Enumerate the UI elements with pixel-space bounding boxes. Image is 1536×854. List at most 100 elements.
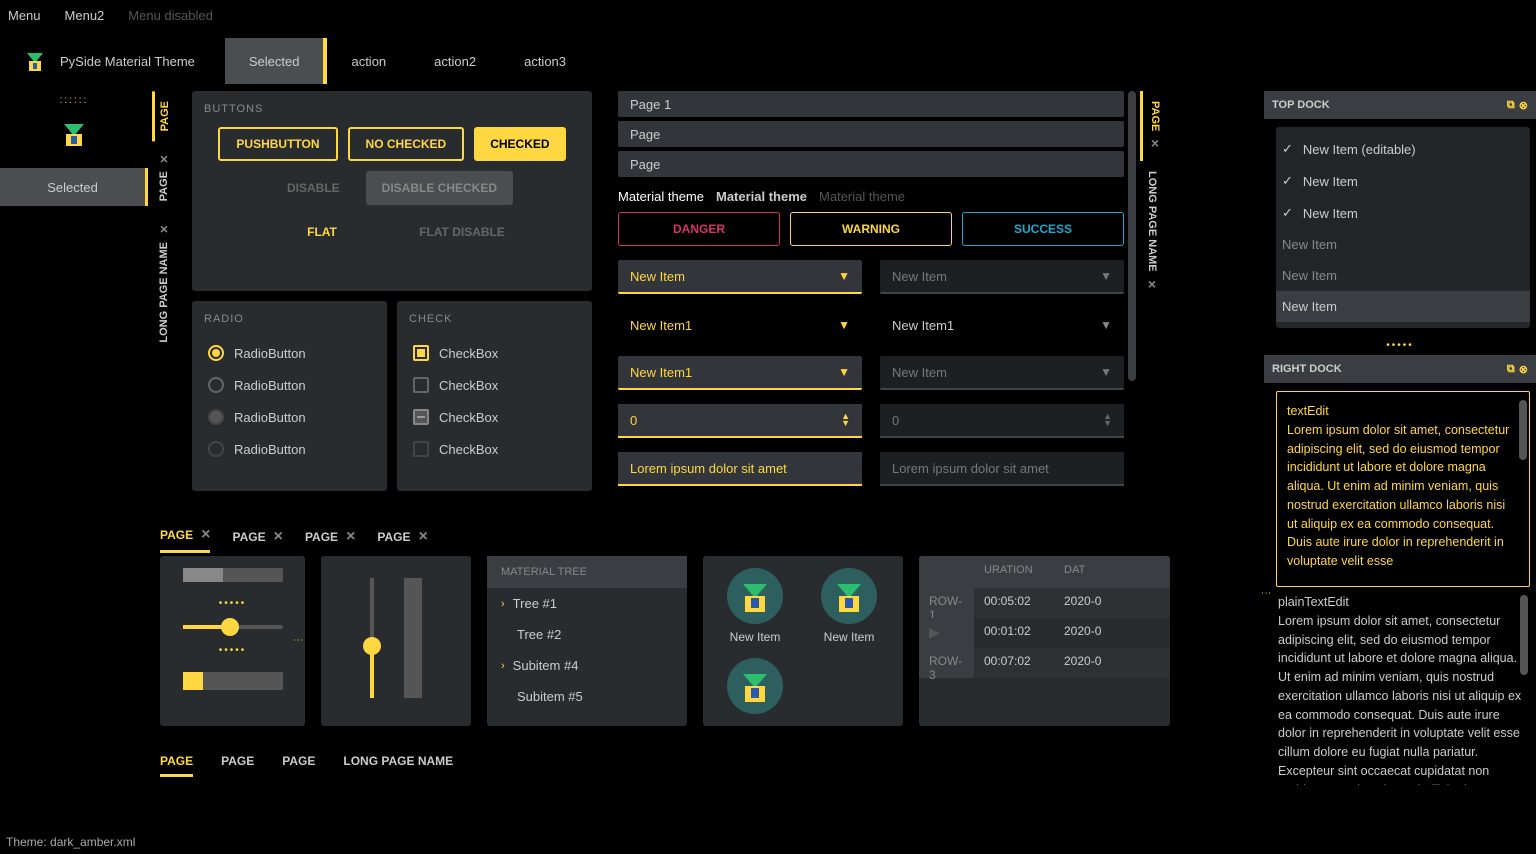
table-row[interactable]: ▶ 00:01:02 2020-0: [919, 618, 1170, 648]
flat-button[interactable]: FLAT: [257, 215, 387, 249]
success-button[interactable]: SUCCESS: [962, 212, 1124, 246]
table-row[interactable]: ROW-3 00:07:02 2020-0: [919, 648, 1170, 678]
close-icon[interactable]: ×: [346, 528, 355, 546]
close-icon[interactable]: ⊗: [1519, 363, 1528, 376]
right-dock-header[interactable]: RIGHT DOCK ⧉⊗: [1264, 355, 1536, 383]
vertical-tabs-right: PAGE× LONG PAGE NAME×: [1140, 91, 1168, 302]
btab[interactable]: LONG PAGE NAME: [343, 748, 453, 777]
menu-item[interactable]: Menu2: [65, 8, 105, 23]
scrollbar[interactable]: [1128, 91, 1136, 381]
float-icon[interactable]: ⧉: [1507, 363, 1515, 376]
list-item[interactable]: New Item (editable): [1276, 133, 1530, 165]
list-item[interactable]: New Item: [809, 568, 889, 644]
toolbar-tab[interactable]: action2: [410, 38, 500, 84]
vtab[interactable]: PAGE: [152, 91, 175, 141]
plain-text-edit[interactable]: plainTextEdit Lorem ipsum dolor sit amet…: [1276, 587, 1530, 785]
vtab[interactable]: PAGE×: [152, 141, 176, 211]
toolbar-tab[interactable]: action: [327, 38, 410, 84]
combobox-flat[interactable]: New Item1▼: [618, 308, 862, 342]
close-icon[interactable]: ×: [274, 528, 283, 546]
label-disabled: Material theme: [819, 189, 905, 204]
radio-option[interactable]: RadioButton: [204, 369, 375, 401]
list-item[interactable]: [715, 658, 795, 714]
list-item[interactable]: New Item: [715, 568, 795, 644]
tree-item[interactable]: Tree #2: [487, 619, 687, 650]
page-button[interactable]: Page 1: [618, 91, 1124, 117]
htab[interactable]: PAGE×: [232, 522, 282, 552]
vtab[interactable]: LONG PAGE NAME×: [1140, 161, 1164, 302]
htab[interactable]: PAGE×: [377, 522, 427, 552]
dots-icon: •••••: [219, 645, 247, 656]
list-item[interactable]: New Item: [1276, 197, 1530, 229]
vtab[interactable]: PAGE×: [1140, 91, 1167, 161]
scrollbar[interactable]: [1520, 595, 1528, 675]
push-button[interactable]: PUSHBUTTON: [218, 127, 337, 161]
grip-dots-icon[interactable]: ⋮: [292, 635, 303, 647]
horizontal-tabs: PAGE× PAGE× PAGE× PAGE×: [160, 520, 428, 553]
btab[interactable]: PAGE: [221, 748, 254, 777]
list-item[interactable]: New Item: [1276, 291, 1530, 322]
htab[interactable]: PAGE×: [305, 522, 355, 552]
combobox[interactable]: New Item▼: [618, 260, 862, 294]
close-icon[interactable]: ⊗: [1519, 99, 1528, 112]
chevron-down-icon: ▼: [1100, 365, 1112, 379]
top-dock-header[interactable]: TOP DOCK ⧉⊗: [1264, 91, 1536, 119]
vertical-slider[interactable]: [370, 578, 374, 698]
check-option[interactable]: CheckBox: [409, 337, 580, 369]
vtab[interactable]: LONG PAGE NAME×: [152, 212, 176, 353]
float-icon[interactable]: ⧉: [1507, 99, 1515, 112]
page-button[interactable]: Page: [618, 121, 1124, 147]
spin-arrows-icon[interactable]: ▲▼: [841, 413, 850, 427]
radio-option[interactable]: RadioButton: [204, 337, 375, 369]
spinbox[interactable]: 0▲▼: [618, 404, 862, 438]
tree-item[interactable]: ›Subitem #4: [487, 650, 687, 681]
table-header: URATION DAT: [919, 556, 1170, 588]
page-button[interactable]: Page: [618, 151, 1124, 177]
radio-icon: [208, 377, 224, 393]
close-icon[interactable]: ×: [419, 528, 428, 546]
tree-item[interactable]: Subitem #5: [487, 681, 687, 712]
checked-button[interactable]: CHECKED: [474, 127, 565, 161]
horizontal-slider[interactable]: [183, 625, 283, 629]
sidebar-item-selected[interactable]: Selected: [0, 168, 148, 206]
progress-bar: [183, 568, 283, 582]
text-input[interactable]: Lorem ipsum dolor sit amet: [618, 452, 862, 486]
close-icon[interactable]: ×: [156, 151, 172, 167]
check-option[interactable]: CheckBox: [409, 401, 580, 433]
chevron-right-icon: ›: [501, 660, 505, 672]
close-icon[interactable]: ×: [1144, 276, 1160, 292]
text-edit[interactable]: textEdit Lorem ipsum dolor sit amet, con…: [1276, 391, 1530, 587]
menu-item[interactable]: Menu: [8, 8, 41, 23]
grip-dots-icon[interactable]: •••••: [1264, 336, 1536, 355]
btab[interactable]: PAGE: [160, 748, 193, 777]
no-checked-button[interactable]: NO CHECKED: [348, 127, 465, 161]
htab[interactable]: PAGE×: [160, 520, 210, 553]
sliders-panel: ••••• ••••• ⋮: [160, 556, 305, 726]
plaintext-title: plainTextEdit: [1278, 593, 1528, 612]
list-item[interactable]: New Item: [1276, 165, 1530, 197]
combobox[interactable]: New Item1▼: [618, 356, 862, 390]
checkbox-icon: [413, 345, 429, 361]
toolbar-tab[interactable]: action3: [500, 38, 590, 84]
close-icon[interactable]: ×: [1147, 135, 1163, 151]
table-row[interactable]: ROW-1 00:05:02 2020-0: [919, 588, 1170, 618]
danger-button[interactable]: DANGER: [618, 212, 780, 246]
toolbar-tab-selected[interactable]: Selected: [225, 38, 328, 84]
list-item[interactable]: New Item: [1276, 229, 1530, 260]
warning-button[interactable]: WARNING: [790, 212, 952, 246]
grip-dots-icon[interactable]: ⋮: [1260, 588, 1271, 600]
close-icon[interactable]: ×: [201, 526, 210, 544]
combobox-flat[interactable]: New Item1▼: [880, 308, 1124, 342]
list-item[interactable]: New Item: [1276, 260, 1530, 291]
main-content: PAGE PAGE× LONG PAGE NAME× BUTTONS PUSHB…: [152, 91, 1184, 511]
checkbox-icon: [413, 441, 429, 457]
scrollbar[interactable]: [1519, 400, 1527, 460]
btab[interactable]: PAGE: [282, 748, 315, 777]
radio-icon: [208, 345, 224, 361]
check-option[interactable]: CheckBox: [409, 369, 580, 401]
tree-item[interactable]: ›Tree #1: [487, 588, 687, 619]
plaintext-content: Lorem ipsum dolor sit amet, consectetur …: [1278, 612, 1528, 785]
grip-dots-icon[interactable]: ::::::: [0, 91, 148, 110]
panel-title: BUTTONS: [204, 103, 580, 115]
close-icon[interactable]: ×: [156, 222, 172, 238]
